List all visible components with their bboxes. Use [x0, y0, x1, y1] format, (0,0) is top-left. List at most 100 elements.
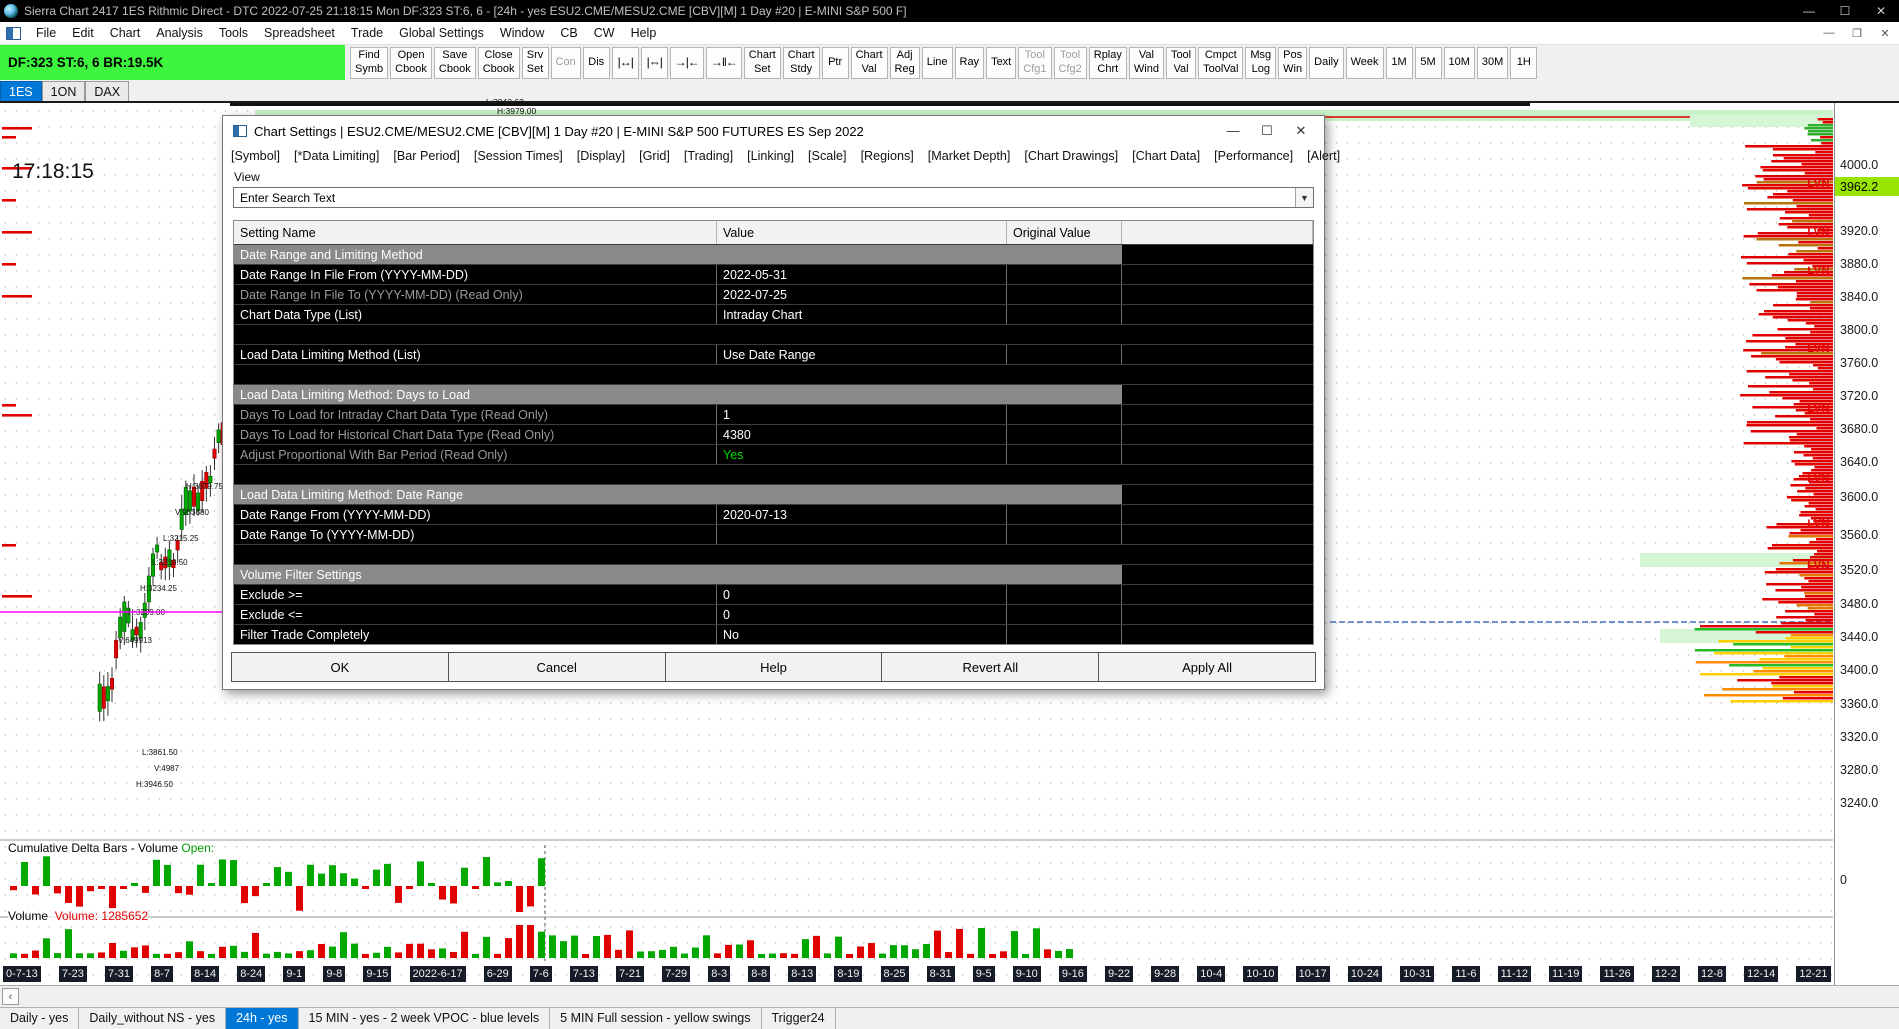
dialog-tab-alert[interactable]: [Alert] — [1307, 149, 1340, 163]
dialog-tab-regions[interactable]: [Regions] — [861, 149, 914, 163]
setting-row-days-to-load-for-intraday-chart-data-type-read-only[interactable]: Days To Load for Intraday Chart Data Typ… — [234, 404, 1313, 424]
setting-row-filter-trade-completely[interactable]: Filter Trade CompletelyNo — [234, 624, 1313, 644]
toolbar-button-con[interactable]: Con — [551, 47, 581, 79]
toolbar-decrease-bar-spacing-icon[interactable]: |↔| — [612, 47, 639, 79]
menu-cw[interactable]: CW — [586, 23, 623, 43]
dialog-tab-session-times[interactable]: [Session Times] — [474, 149, 563, 163]
horizontal-scrollbar[interactable]: ‹ — [0, 985, 1899, 1007]
setting-row-adjust-proportional-with-bar-period-read-only[interactable]: Adjust Proportional With Bar Period (Rea… — [234, 444, 1313, 464]
menu-tools[interactable]: Tools — [211, 23, 256, 43]
apply-all-button[interactable]: Apply All — [1099, 653, 1315, 681]
toolbar-button-ptr[interactable]: Ptr — [822, 47, 849, 79]
price-scale[interactable]: 3962.2 0 4000.03920.03880.03840.03800.03… — [1834, 103, 1899, 985]
menu-file[interactable]: File — [28, 23, 64, 43]
toolbar-button-find-symb[interactable]: FindSymb — [350, 47, 388, 79]
child-minimize-button[interactable]: — — [1815, 27, 1843, 40]
chart-tab-1es[interactable]: 1ES — [0, 81, 42, 101]
child-close-button[interactable]: ✕ — [1871, 27, 1899, 40]
chartbook-tab-daily-without-ns-yes[interactable]: Daily_without NS - yes — [79, 1008, 226, 1029]
scroll-left-icon[interactable]: ‹ — [2, 988, 19, 1005]
dialog-tab-chart-data[interactable]: [Chart Data] — [1132, 149, 1200, 163]
toolbar-increase-bar-spacing-icon[interactable]: |⇔| — [641, 47, 668, 79]
toolbar-button-text[interactable]: Text — [986, 47, 1016, 79]
chartbook-tab-24h-yes[interactable]: 24h - yes — [226, 1008, 298, 1029]
toolbar-button-ray[interactable]: Ray — [955, 47, 985, 79]
toolbar-button-dis[interactable]: Dis — [583, 47, 610, 79]
dialog-tab-trading[interactable]: [Trading] — [684, 149, 733, 163]
dialog-tab-symbol[interactable]: [Symbol] — [231, 149, 280, 163]
dialog-tab-display[interactable]: [Display] — [577, 149, 625, 163]
chartbook-tab-daily-yes[interactable]: Daily - yes — [0, 1008, 79, 1029]
toolbar-button-rplay-chrt[interactable]: RplayChrt — [1089, 47, 1127, 79]
setting-row-exclude[interactable]: Exclude >=0 — [234, 584, 1313, 604]
dialog-tab-data-limiting[interactable]: [*Data Limiting] — [294, 149, 379, 163]
toolbar-button-week[interactable]: Week — [1346, 47, 1384, 79]
toolbar-button-msg-log[interactable]: MsgLog — [1245, 47, 1276, 79]
close-button[interactable]: ✕ — [1863, 4, 1899, 18]
setting-row-date-range-in-file-to-yyyy-mm-dd-read-only[interactable]: Date Range In File To (YYYY-MM-DD) (Read… — [234, 284, 1313, 304]
toolbar-button-cmpct-toolval[interactable]: CmpctToolVal — [1198, 47, 1243, 79]
setting-row-days-to-load-for-historical-chart-data-type-read-only[interactable]: Days To Load for Historical Chart Data T… — [234, 424, 1313, 444]
chartbook-tab-5-min-full-session-yellow-swings[interactable]: 5 MIN Full session - yellow swings — [550, 1008, 761, 1029]
menu-chart[interactable]: Chart — [102, 23, 149, 43]
toolbar-widen-bars-icon[interactable]: →‖← — [706, 47, 742, 79]
child-restore-button[interactable]: ❐ — [1843, 27, 1871, 40]
toolbar-button-chart-val[interactable]: ChartVal — [851, 47, 888, 79]
toolbar-button-1h[interactable]: 1H — [1510, 47, 1537, 79]
toolbar-button-1m[interactable]: 1M — [1386, 47, 1413, 79]
dialog-tab-chart-drawings[interactable]: [Chart Drawings] — [1024, 149, 1118, 163]
dialog-title-bar[interactable]: Chart Settings | ESU2.CME/MESU2.CME [CBV… — [223, 116, 1324, 146]
toolbar-button-open-cbook[interactable]: OpenCbook — [390, 47, 432, 79]
menu-help[interactable]: Help — [623, 23, 665, 43]
setting-row-load-data-limiting-method-list[interactable]: Load Data Limiting Method (List)Use Date… — [234, 344, 1313, 364]
dialog-tab-market-depth[interactable]: [Market Depth] — [928, 149, 1011, 163]
maximize-button[interactable]: ☐ — [1827, 4, 1863, 18]
dialog-close-button[interactable]: ✕ — [1284, 123, 1318, 139]
toolbar-button-adj-reg[interactable]: AdjReg — [890, 47, 920, 79]
menu-edit[interactable]: Edit — [64, 23, 102, 43]
cancel-button[interactable]: Cancel — [449, 653, 666, 681]
dialog-tab-performance[interactable]: [Performance] — [1214, 149, 1293, 163]
setting-row-date-range-from-yyyy-mm-dd[interactable]: Date Range From (YYYY-MM-DD)2020-07-13 — [234, 504, 1313, 524]
search-input[interactable]: Enter Search Text ▼ — [233, 187, 1314, 208]
toolbar-narrow-bars-icon[interactable]: →|← — [670, 47, 704, 79]
menu-window[interactable]: Window — [492, 23, 552, 43]
dialog-minimize-button[interactable]: — — [1216, 123, 1250, 139]
toolbar-button-10m[interactable]: 10M — [1444, 47, 1475, 79]
setting-row-exclude[interactable]: Exclude <=0 — [234, 604, 1313, 624]
chevron-down-icon[interactable]: ▼ — [1295, 188, 1313, 207]
chart-tab-1on[interactable]: 1ON — [42, 81, 86, 101]
dialog-tab-scale[interactable]: [Scale] — [808, 149, 847, 163]
toolbar-button-daily[interactable]: Daily — [1309, 47, 1343, 79]
dialog-maximize-button[interactable]: ☐ — [1250, 123, 1284, 139]
help-button[interactable]: Help — [666, 653, 883, 681]
toolbar-button-chart-set[interactable]: ChartSet — [744, 47, 781, 79]
menu-analysis[interactable]: Analysis — [148, 23, 211, 43]
toolbar-button-save-cbook[interactable]: SaveCbook — [434, 47, 476, 79]
toolbar-button-5m[interactable]: 5M — [1415, 47, 1442, 79]
toolbar-button-tool-val[interactable]: ToolVal — [1166, 47, 1196, 79]
toolbar-button-srv-set[interactable]: SrvSet — [522, 47, 549, 79]
toolbar-button-tool-cfg1[interactable]: ToolCfg1 — [1018, 47, 1051, 79]
toolbar-button-chart-stdy[interactable]: ChartStdy — [783, 47, 820, 79]
dialog-tab-grid[interactable]: [Grid] — [639, 149, 670, 163]
menu-cb[interactable]: CB — [552, 23, 585, 43]
toolbar-button-line[interactable]: Line — [922, 47, 953, 79]
setting-row-date-range-to-yyyy-mm-dd[interactable]: Date Range To (YYYY-MM-DD) — [234, 524, 1313, 544]
dialog-tab-linking[interactable]: [Linking] — [747, 149, 794, 163]
menu-global-settings[interactable]: Global Settings — [391, 23, 492, 43]
chartbook-tab-trigger24[interactable]: Trigger24 — [762, 1008, 836, 1029]
revert-all-button[interactable]: Revert All — [882, 653, 1099, 681]
dialog-tab-bar-period[interactable]: [Bar Period] — [393, 149, 460, 163]
ok-button[interactable]: OK — [232, 653, 449, 681]
toolbar-button-pos-win[interactable]: PosWin — [1278, 47, 1307, 79]
minimize-button[interactable]: — — [1791, 4, 1827, 18]
setting-row-date-range-in-file-from-yyyy-mm-dd[interactable]: Date Range In File From (YYYY-MM-DD)2022… — [234, 264, 1313, 284]
toolbar-button-30m[interactable]: 30M — [1477, 47, 1508, 79]
chartbook-tab-15-min-yes-2-week-vpoc-blue-levels[interactable]: 15 MIN - yes - 2 week VPOC - blue levels — [299, 1008, 551, 1029]
child-window-icon[interactable] — [6, 27, 21, 40]
toolbar-button-val-wind[interactable]: ValWind — [1129, 47, 1164, 79]
menu-trade[interactable]: Trade — [343, 23, 391, 43]
toolbar-button-tool-cfg2[interactable]: ToolCfg2 — [1054, 47, 1087, 79]
toolbar-button-close-cbook[interactable]: CloseCbook — [478, 47, 520, 79]
